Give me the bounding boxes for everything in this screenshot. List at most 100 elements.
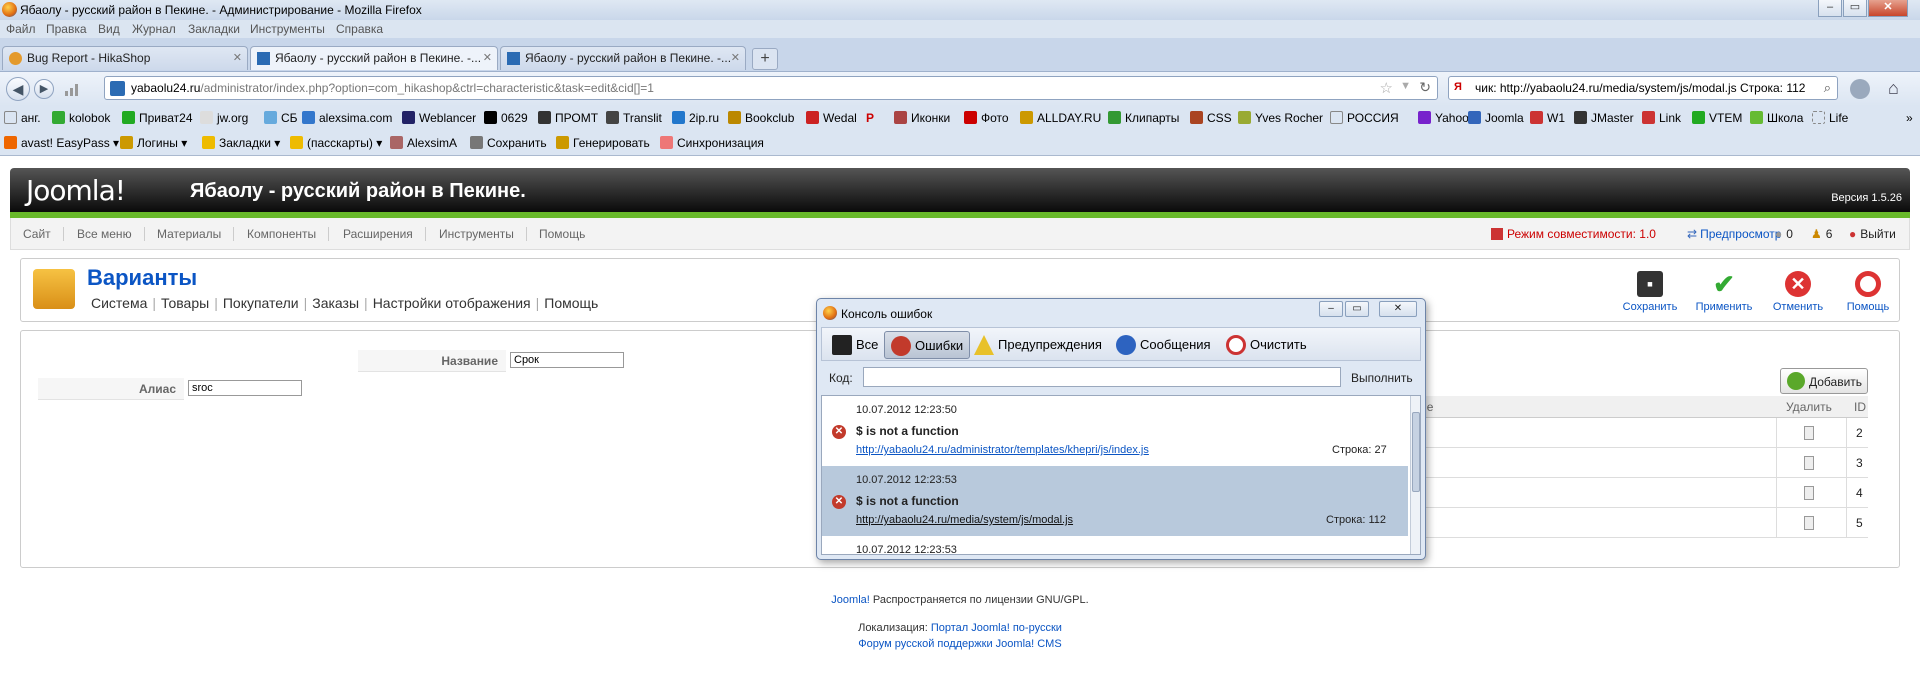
- search-input[interactable]: чик: http://yabaolu24.ru/media/system/js…: [1475, 81, 1805, 95]
- logout-link[interactable]: ● Выйти: [1849, 227, 1896, 241]
- back-button[interactable]: ◀: [6, 77, 30, 101]
- bookmark-item[interactable]: Фото: [964, 111, 1009, 125]
- bookmark-item[interactable]: 2ip.ru: [672, 111, 719, 125]
- tab-yabaolu-active[interactable]: Ябаолу - русский район в Пекине. -... ✕: [250, 46, 498, 70]
- forward-button[interactable]: ▶: [34, 79, 54, 99]
- bookmark-item[interactable]: ALLDAY.RU: [1020, 111, 1101, 125]
- maximize-button[interactable]: ▭: [1843, 0, 1867, 17]
- submenu-customers[interactable]: Покупатели: [223, 295, 299, 311]
- filter-errors-button[interactable]: Ошибки: [884, 331, 971, 359]
- bookmark-item[interactable]: alexsima.com: [302, 111, 392, 125]
- bookmark-item[interactable]: jw.org: [200, 111, 248, 125]
- menu-help[interactable]: Справка: [336, 22, 383, 36]
- console-maximize-button[interactable]: ▭: [1345, 301, 1369, 317]
- tab-close-icon[interactable]: ✕: [483, 51, 492, 64]
- minimize-button[interactable]: –: [1818, 0, 1842, 17]
- code-input[interactable]: [863, 367, 1341, 387]
- admin-menu-item[interactable]: Материалы: [157, 227, 235, 241]
- bookmark-item[interactable]: CSS: [1190, 111, 1232, 125]
- error-entry[interactable]: 10.07.2012 12:23:53: [822, 536, 1408, 554]
- bookmark-item[interactable]: Р: [866, 111, 874, 125]
- bookmark-item[interactable]: Wedal: [806, 111, 857, 125]
- delete-icon[interactable]: [1804, 486, 1814, 500]
- tab-yabaolu[interactable]: Ябаолу - русский район в Пекине. -... ✕: [500, 46, 746, 70]
- bookmark-item[interactable]: Joomla: [1468, 111, 1524, 125]
- bookmark-item[interactable]: анг.: [4, 111, 41, 125]
- bookmark-item[interactable]: СБ: [264, 111, 298, 125]
- bookmark-item[interactable]: РОССИЯ: [1330, 111, 1399, 125]
- error-entry[interactable]: 10.07.2012 12:23:50 ✕ $ is not a functio…: [822, 396, 1408, 466]
- bookmark-item[interactable]: kolobok: [52, 111, 110, 125]
- search-bar[interactable]: Я чик: http://yabaolu24.ru/media/system/…: [1448, 76, 1838, 100]
- addon-item[interactable]: Логины ▾: [120, 136, 187, 150]
- apply-button[interactable]: ✔ Применить: [1691, 271, 1757, 313]
- search-icon[interactable]: ⌕: [1824, 80, 1831, 96]
- menu-file[interactable]: Файл: [6, 22, 36, 36]
- url-dropdown-icon[interactable]: ▼: [1400, 80, 1411, 92]
- add-button[interactable]: Добавить: [1780, 368, 1868, 394]
- scrollbar-thumb[interactable]: [1412, 412, 1420, 492]
- tab-close-icon[interactable]: ✕: [233, 51, 242, 64]
- bookmark-item[interactable]: Школа: [1750, 111, 1803, 125]
- admin-menu-item[interactable]: Компоненты: [247, 227, 330, 241]
- reload-icon[interactable]: ↻: [1419, 79, 1431, 96]
- home-icon[interactable]: ⌂: [1888, 78, 1899, 99]
- menu-edit[interactable]: Правка: [46, 22, 87, 36]
- bookmark-item[interactable]: Yves Rocher: [1238, 111, 1323, 125]
- joomla-link[interactable]: Joomla!: [831, 594, 870, 606]
- console-close-button[interactable]: ✕: [1379, 301, 1417, 317]
- menu-tools[interactable]: Инструменты: [250, 22, 325, 36]
- url-bar[interactable]: yabaolu24.ru/administrator/index.php?opt…: [104, 76, 1438, 100]
- addon-item[interactable]: AlexsimA: [390, 136, 457, 150]
- bookmark-item[interactable]: Life: [1812, 111, 1848, 125]
- tab-bug-report[interactable]: Bug Report - HikaShop ✕: [2, 46, 248, 70]
- addon-item[interactable]: Генерировать: [556, 136, 650, 150]
- forum-link[interactable]: Форум русской поддержки Joomla! CMS: [858, 638, 1061, 650]
- bookmark-item[interactable]: VTEM: [1692, 111, 1742, 125]
- filter-warnings-button[interactable]: Предупреждения: [968, 331, 1108, 359]
- bookmark-item[interactable]: Translit: [606, 111, 662, 125]
- menu-history[interactable]: Журнал: [132, 22, 176, 36]
- alias-field[interactable]: [188, 380, 302, 396]
- addon-item[interactable]: avast! EasyPass ▾: [4, 136, 119, 150]
- error-list-scrollbar[interactable]: [1410, 396, 1420, 554]
- bookmark-item[interactable]: Bookclub: [728, 111, 794, 125]
- error-source-link[interactable]: http://yabaolu24.ru/administrator/templa…: [856, 444, 1149, 456]
- preview-link[interactable]: ⇄ Предпросмотр: [1687, 227, 1781, 241]
- addon-item[interactable]: Синхронизация: [660, 136, 764, 150]
- bookmark-star-icon[interactable]: ☆: [1380, 79, 1393, 97]
- bookmark-item[interactable]: 0629: [484, 111, 528, 125]
- users-count[interactable]: ♟ 6: [1811, 227, 1832, 241]
- localization-link[interactable]: Портал Joomla! по-русски: [931, 622, 1062, 634]
- admin-menu-item[interactable]: Все меню: [77, 227, 145, 241]
- bookmark-item[interactable]: Приват24: [122, 111, 193, 125]
- submenu-system[interactable]: Система: [91, 295, 147, 311]
- bookmark-item[interactable]: JMaster: [1574, 111, 1634, 125]
- save-button[interactable]: ▪ Сохранить: [1617, 271, 1683, 313]
- error-source-link[interactable]: http://yabaolu24.ru/media/system/js/moda…: [856, 514, 1073, 526]
- error-entry[interactable]: 10.07.2012 12:23:53 ✕ $ is not a functio…: [822, 466, 1408, 536]
- bookmarks-overflow-icon[interactable]: »: [1906, 111, 1913, 125]
- submenu-products[interactable]: Товары: [161, 295, 209, 311]
- new-tab-button[interactable]: +: [752, 48, 778, 70]
- addon-item[interactable]: Закладки ▾: [202, 136, 280, 150]
- menu-view[interactable]: Вид: [98, 22, 120, 36]
- bookmark-item[interactable]: Клипарты: [1108, 111, 1179, 125]
- admin-menu-item[interactable]: Расширения: [343, 227, 426, 241]
- filter-messages-button[interactable]: Сообщения: [1110, 331, 1217, 359]
- cancel-button[interactable]: ✕ Отменить: [1765, 271, 1831, 313]
- tab-close-icon[interactable]: ✕: [731, 51, 740, 64]
- bookmark-item[interactable]: Yahoo!: [1418, 111, 1472, 125]
- name-field[interactable]: [510, 352, 624, 368]
- console-minimize-button[interactable]: –: [1319, 301, 1343, 317]
- bookmark-item[interactable]: ПРОМТ: [538, 111, 598, 125]
- submenu-help[interactable]: Помощь: [544, 295, 598, 311]
- bookmark-item[interactable]: Weblancer: [402, 111, 476, 125]
- menu-bookmarks[interactable]: Закладки: [188, 22, 240, 36]
- help-button[interactable]: Помощь: [1835, 271, 1901, 313]
- addon-icon[interactable]: [1850, 79, 1870, 99]
- clear-button[interactable]: Очистить: [1220, 331, 1313, 359]
- delete-icon[interactable]: [1804, 456, 1814, 470]
- run-button[interactable]: Выполнить: [1351, 371, 1413, 385]
- admin-menu-item[interactable]: Помощь: [539, 227, 597, 241]
